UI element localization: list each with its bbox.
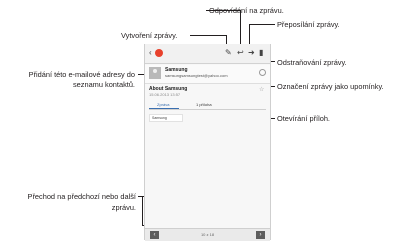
message-tabs: Zpráva 1 příloha [149, 101, 266, 110]
navigation-annotation-line1: Přechod na předchozí nebo další [27, 192, 136, 201]
navigation-leader-left [142, 196, 143, 226]
attachments-annotation: Otevírání příloh. [277, 114, 330, 123]
sender-email: samsungsamsungtest@yahoo.com [165, 73, 228, 78]
sender-row[interactable]: Samsung samsungsamsungtest@yahoo.com [145, 65, 270, 84]
tab-message[interactable]: Zpráva [157, 102, 169, 107]
chevron-right-icon: › [259, 232, 262, 238]
message-body: Samsung [149, 114, 183, 122]
compose-annotation: Vytvoření zprávy. [121, 31, 178, 40]
bottom-navigation: ‹ 10 z 18 › [145, 228, 270, 241]
page-indicator: 10 z 18 [200, 232, 215, 237]
email-app-icon [155, 49, 163, 57]
avatar[interactable] [149, 67, 161, 79]
forward-icon[interactable]: ➜ [248, 48, 255, 58]
flag-annotation: Označení zprávy jako upomínky. [277, 82, 384, 91]
navigation-annotation-line2: zprávu. [111, 203, 136, 212]
delete-annotation: Odstraňování zprávy. [277, 58, 347, 67]
forward-leader-h [249, 24, 275, 25]
compose-icon[interactable]: ✎ [225, 48, 232, 58]
add-contact-annotation-line1: Přidání této e-mailové adresy do [28, 70, 135, 79]
forward-annotation: Přeposílání zprávy. [277, 20, 340, 29]
tab-message-underline [149, 108, 179, 109]
add-contact-icon[interactable] [259, 69, 266, 76]
reply-leader-h [206, 10, 241, 11]
email-date: 15.06.2013 13:57 [149, 92, 181, 97]
reply-icon[interactable]: ↩ [237, 48, 244, 58]
add-contact-annotation-line2: seznamu kontaktů. [72, 80, 135, 89]
tab-attachments[interactable]: 1 příloha [196, 102, 212, 107]
next-message-button[interactable]: › [256, 231, 265, 239]
trash-icon[interactable]: ▮ [259, 48, 263, 58]
back-arrow-icon[interactable]: ‹ [149, 48, 152, 58]
flag-icon[interactable]: ☆ [259, 87, 264, 93]
compose-leader-h [190, 35, 227, 36]
action-bar: ‹ ✎ ↩ ➜ ▮ [145, 44, 270, 64]
email-screen: ‹ ✎ ↩ ➜ ▮ Samsung samsungsamsungtest@yah… [144, 44, 271, 241]
